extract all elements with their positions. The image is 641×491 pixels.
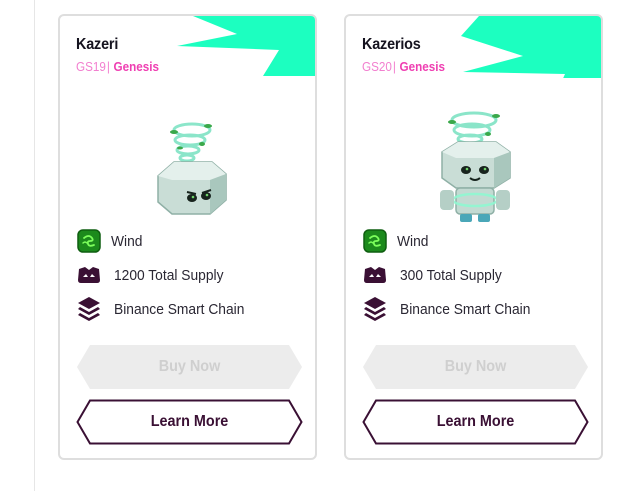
edition-label: Genesis [399,59,446,74]
buy-now-label: Buy Now [158,358,221,375]
buy-now-button[interactable]: Buy Now [362,344,589,390]
tornado-cube-robot-icon [440,111,511,222]
nft-card-kazerios[interactable]: Kazerios GS20| Genesis Wind 300 Total Su… [344,14,603,460]
layers-chain-icon [362,296,388,322]
wind-element-icon [76,228,102,254]
learn-more-label: Learn More [436,413,515,430]
chain-label: Binance Smart Chain [114,300,245,318]
card-title: Kazerios [362,36,421,53]
tornado-box-creature-icon [157,122,227,215]
buy-now-button[interactable]: Buy Now [76,344,303,390]
supply-icon [362,262,388,288]
separator: | [392,59,396,74]
element-label: Wind [397,232,429,250]
card-title: Kazeri [76,36,119,53]
attribute-chain: Binance Smart Chain [362,296,542,322]
attribute-supply: 300 Total Supply [362,262,511,288]
card-subtitle: GS19| Genesis [76,59,159,74]
card-code: GS19 [76,59,106,74]
edition-label: Genesis [113,59,160,74]
attribute-element: Wind [362,228,431,254]
chain-label: Binance Smart Chain [400,300,531,318]
buy-now-label: Buy Now [444,358,507,375]
page: Kazeri GS19| Genesis Wind 1200 Total Sup… [0,0,641,491]
wind-element-icon [362,228,388,254]
layers-chain-icon [76,296,102,322]
attribute-supply: 1200 Total Supply [76,262,233,288]
attribute-element: Wind [76,228,145,254]
corner-accent [177,16,315,76]
element-label: Wind [111,232,143,250]
card-code: GS20 [362,59,392,74]
supply-label: 1200 Total Supply [114,266,224,284]
card-subtitle: GS20| Genesis [362,59,445,74]
supply-label: 300 Total Supply [400,266,502,284]
corner-accent [461,16,601,78]
left-divider [34,0,35,491]
learn-more-button[interactable]: Learn More [76,399,303,445]
nft-card-kazeri[interactable]: Kazeri GS19| Genesis Wind 1200 Total Sup… [58,14,317,460]
supply-icon [76,262,102,288]
learn-more-button[interactable]: Learn More [362,399,589,445]
separator: | [106,59,110,74]
attribute-chain: Binance Smart Chain [76,296,256,322]
learn-more-label: Learn More [150,413,229,430]
